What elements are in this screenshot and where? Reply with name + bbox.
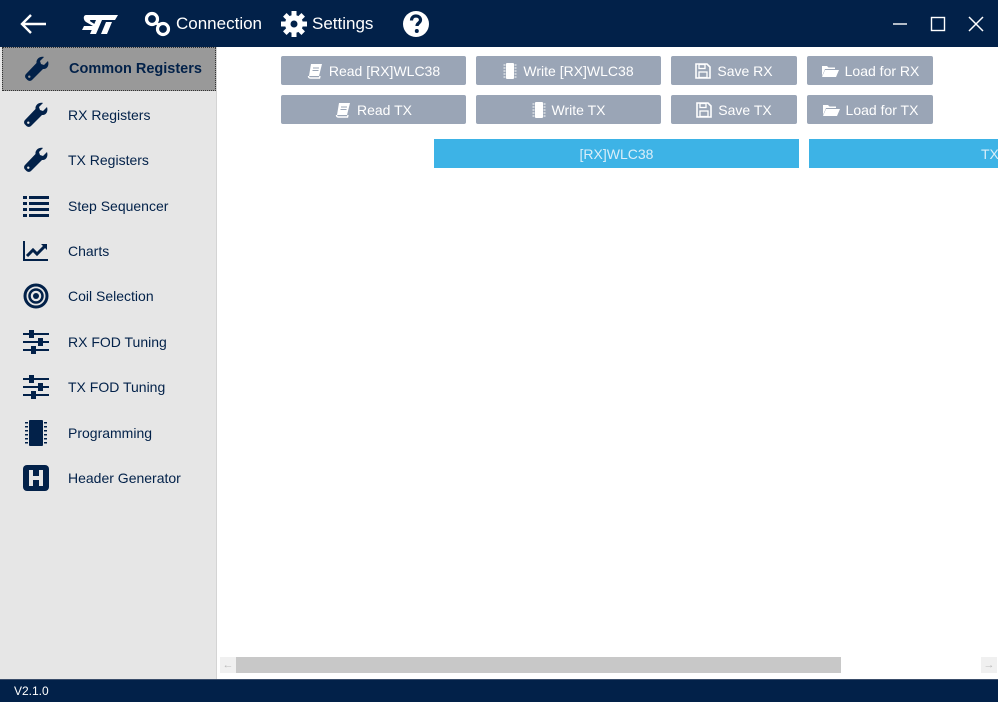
save-tx-label: Save TX: [718, 101, 772, 118]
scrollbar-thumb[interactable]: [236, 657, 841, 673]
minimize-icon: [893, 22, 907, 25]
sidebar-item-label: Common Registers: [69, 61, 202, 77]
maximize-button[interactable]: [926, 0, 950, 47]
scroll-right-arrow-icon[interactable]: →: [981, 657, 997, 673]
tab-tx[interactable]: TX: [809, 139, 998, 168]
tab-rx-wlc38[interactable]: [RX]WLC38: [434, 139, 799, 168]
sidebar-item-tx-registers[interactable]: TX Registers: [2, 138, 216, 182]
sidebar-item-rx-registers[interactable]: RX Registers: [2, 93, 216, 137]
sidebar-item-label: TX Registers: [68, 152, 149, 168]
arrow-left-icon: [20, 13, 46, 34]
status-bar: V2.1.0: [0, 679, 998, 702]
load-tx-label: Load for TX: [845, 101, 919, 118]
st-logo: [80, 0, 124, 47]
sidebar-item-charts[interactable]: Charts: [2, 229, 216, 273]
write-tx-label: Write TX: [551, 101, 606, 118]
gear-icon: [281, 10, 307, 37]
sidebar-item-label: Header Generator: [68, 470, 181, 486]
read-rx-label: Read [RX]WLC38: [328, 62, 441, 79]
sidebar-item-label: Coil Selection: [68, 288, 154, 304]
folder-open-icon: [821, 65, 839, 77]
save-tx-button[interactable]: Save TX: [671, 95, 797, 124]
wrench-icon: [23, 55, 51, 83]
scroll-left-arrow-icon[interactable]: ←: [220, 657, 236, 673]
st-logo-icon: [82, 14, 118, 34]
sidebar-item-label: Programming: [68, 425, 153, 441]
wrench-icon: [22, 146, 50, 174]
sidebar-item-tx-fod-tuning[interactable]: TX FOD Tuning: [2, 365, 216, 409]
read-rx-button[interactable]: Read [RX]WLC38: [281, 56, 466, 85]
write-tx-button[interactable]: Write TX: [476, 95, 661, 124]
sidebar-item-step-sequencer[interactable]: Step Sequencer: [2, 184, 216, 228]
settings-button[interactable]: Settings: [280, 0, 373, 47]
settings-label: Settings: [312, 13, 374, 33]
sidebar: Common Registers RX Registers TX Registe…: [0, 47, 217, 679]
sidebar-item-label: TX FOD Tuning: [68, 379, 166, 395]
save-icon: [695, 62, 712, 79]
save-rx-button[interactable]: Save RX: [671, 56, 797, 85]
folder-open-icon: [822, 104, 840, 116]
read-tx-button[interactable]: Read TX: [281, 95, 466, 124]
chip-icon: [503, 62, 517, 79]
connection-label: Connection: [176, 13, 263, 33]
chip-icon: [22, 419, 50, 447]
minimize-button[interactable]: [888, 0, 912, 47]
back-button[interactable]: [18, 0, 50, 47]
write-rx-label: Write [RX]WLC38: [523, 62, 634, 79]
read-tx-label: Read TX: [357, 101, 412, 118]
target-icon: [22, 282, 50, 310]
sidebar-item-programming[interactable]: Programming: [2, 411, 216, 455]
version-label: V2.1.0: [14, 684, 49, 698]
tab-label: TX: [981, 145, 998, 162]
load-tx-button[interactable]: Load for TX: [807, 95, 933, 124]
book-icon: [307, 63, 322, 79]
load-rx-label: Load for RX: [844, 62, 920, 79]
sidebar-item-rx-fod-tuning[interactable]: RX FOD Tuning: [2, 320, 216, 364]
sidebar-item-label: RX Registers: [68, 107, 151, 123]
sidebar-item-header-generator[interactable]: Header Generator: [2, 456, 216, 500]
help-button[interactable]: [402, 0, 430, 47]
close-button[interactable]: [964, 0, 988, 47]
line-chart-icon: [22, 237, 50, 265]
sidebar-item-common-registers[interactable]: Common Registers: [2, 47, 216, 91]
link-icon: [144, 11, 171, 36]
wrench-icon: [22, 101, 50, 129]
sliders-icon: [22, 328, 50, 356]
chip-icon: [532, 101, 546, 118]
save-rx-label: Save RX: [717, 62, 773, 79]
horizontal-scrollbar[interactable]: ← →: [220, 656, 998, 674]
help-icon: [403, 10, 429, 37]
book-icon: [335, 102, 350, 118]
save-icon: [696, 101, 713, 118]
title-bar: Connection Settings: [0, 0, 998, 47]
load-rx-button[interactable]: Load for RX: [807, 56, 933, 85]
sidebar-item-coil-selection[interactable]: Coil Selection: [2, 274, 216, 318]
sliders-icon: [22, 373, 50, 401]
maximize-icon: [930, 16, 946, 31]
sidebar-item-label: RX FOD Tuning: [68, 334, 167, 350]
write-rx-button[interactable]: Write [RX]WLC38: [476, 56, 661, 85]
h-square-icon: [22, 464, 50, 492]
tab-label: [RX]WLC38: [579, 145, 654, 162]
sidebar-item-label: Charts: [68, 243, 110, 259]
connection-button[interactable]: Connection: [144, 0, 262, 47]
list-icon: [22, 192, 50, 220]
close-icon: [968, 15, 984, 32]
sidebar-item-label: Step Sequencer: [68, 198, 169, 214]
